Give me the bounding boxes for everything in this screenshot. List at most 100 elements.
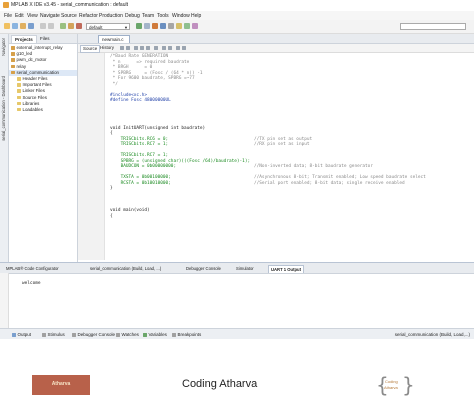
tab-code-configurator[interactable]: MPLAB® Code Configurator [4, 265, 61, 272]
project-icon [11, 64, 15, 69]
menu-source[interactable]: Source [61, 13, 77, 19]
menu-tools[interactable]: Tools [157, 13, 169, 19]
new-project-icon[interactable] [4, 23, 10, 29]
code-area[interactable]: /*Baud Rate GENERATION * n => required b… [110, 54, 470, 259]
program-device-icon[interactable] [152, 23, 158, 29]
debug-project-icon[interactable] [160, 23, 166, 29]
tree-item-label: Source Files [22, 94, 47, 100]
breakpoints-icon [172, 332, 176, 337]
bottom-tab-stimulus[interactable]: Stimulus [42, 331, 65, 338]
search-input[interactable] [400, 23, 466, 30]
redo-icon[interactable] [48, 23, 54, 29]
new-file-icon[interactable] [12, 23, 18, 29]
title-bar: MPLAB X IDE v3.45 - serial_communication… [0, 0, 474, 11]
tab-simulator[interactable]: Simulator [234, 265, 256, 272]
bottom-tab-label: Stimulus [47, 332, 65, 337]
code-comment: //Serial port enabled; 8-bit data; singl… [254, 180, 405, 186]
tab-files[interactable]: Files [37, 35, 53, 42]
menu-window[interactable]: Window [172, 13, 190, 19]
bottom-tab-watches[interactable]: Watches [116, 331, 139, 338]
chevron-down-icon: ▼ [124, 25, 128, 30]
menu-help[interactable]: Help [191, 13, 201, 19]
tab-newmain[interactable]: newmain.c [98, 35, 130, 43]
folder-icon [17, 95, 21, 100]
bottom-tab-label: Output [17, 332, 32, 337]
comment-icon[interactable] [176, 46, 180, 50]
uncomment-icon[interactable] [182, 46, 186, 50]
logo-line-2: Atharva [384, 385, 398, 390]
bottom-tab-variables[interactable]: Variables [143, 331, 167, 338]
bottom-tab-breakpoints[interactable]: Breakpoints [172, 331, 201, 338]
menu-navigate[interactable]: Navigate [40, 13, 60, 19]
menu-debug[interactable]: Debug [125, 13, 140, 19]
tree-item-label: Important Files [22, 82, 52, 88]
folder-icon [17, 83, 21, 87]
configuration-select[interactable]: default ▼ [86, 23, 130, 30]
tree-item[interactable]: Loadables [9, 107, 77, 113]
make-clean-icon[interactable] [144, 23, 150, 29]
code-line: { [110, 213, 113, 219]
find-next-icon[interactable] [146, 46, 150, 50]
tree-item-label: serial_communication [16, 69, 59, 75]
forward-icon[interactable] [126, 46, 130, 50]
tree-item-label: Libraries [22, 100, 40, 106]
undo-icon[interactable] [40, 23, 46, 29]
toggle-bookmark-icon[interactable] [154, 46, 158, 50]
project-icon [11, 52, 15, 56]
code-comment: //RX pin set as input [254, 142, 310, 147]
projects-tabs: Projects Files [9, 34, 77, 44]
bottom-tab-debugger-console[interactable]: Debugger Console [72, 331, 115, 338]
history-tab[interactable]: History [98, 45, 116, 51]
run-icon[interactable] [60, 23, 66, 29]
tab-build-load[interactable]: serial_communication (Build, Load, ...) [88, 265, 163, 272]
output-tabs: MPLAB® Code Configurator serial_communic… [0, 263, 474, 274]
logo-text: Atharva [51, 381, 71, 387]
step-icon[interactable] [184, 23, 190, 29]
output-panel: MPLAB® Code Configurator serial_communic… [0, 262, 474, 329]
project-tree: external_interrupt_relay g10_led pwm_dc_… [9, 45, 77, 113]
shift-left-icon[interactable] [162, 46, 166, 50]
shift-right-icon[interactable] [168, 46, 172, 50]
editor-tabs: newmain.c [78, 34, 474, 44]
code-comment: //Non-inverted data; 8-bit baudrate gene… [254, 164, 373, 169]
tab-navigator[interactable]: Navigator [1, 38, 7, 56]
find-icon[interactable] [134, 46, 138, 50]
save-all-icon[interactable] [28, 23, 34, 29]
editor-toolbar: Source History [78, 44, 474, 53]
bottom-tab-output[interactable]: Output [12, 331, 31, 338]
status-text: serial_communication (Build, Load,...) [394, 332, 470, 337]
bottom-tab-label: Watches [121, 332, 139, 337]
mcc-icon[interactable] [192, 23, 198, 29]
open-project-icon[interactable] [20, 23, 26, 29]
watches-icon [116, 332, 120, 337]
read-device-icon[interactable] [176, 23, 182, 29]
hold-reset-icon[interactable] [168, 23, 174, 29]
line-gutter [78, 53, 105, 260]
folder-icon [17, 89, 21, 93]
make-icon[interactable] [136, 23, 142, 29]
bottom-tab-label: Debugger Console [77, 332, 116, 337]
bottom-tab-label: Variables [148, 332, 167, 337]
menu-file[interactable]: File [4, 13, 12, 19]
variables-icon [143, 332, 147, 337]
tree-item-label: relay [16, 63, 27, 69]
menu-production[interactable]: Production [99, 13, 123, 19]
menu-team[interactable]: Team [142, 13, 154, 19]
menu-refactor[interactable]: Refactor [79, 13, 98, 19]
find-prev-icon[interactable] [140, 46, 144, 50]
window-title: MPLAB X IDE v3.45 - serial_communication… [11, 2, 128, 8]
back-icon[interactable] [120, 46, 124, 50]
code-line: TRISCbits.RC7 = 1; [110, 142, 169, 147]
tab-dashboard[interactable]: serial_communication - Dashboard [1, 76, 7, 141]
main-toolbar: default ▼ [0, 20, 474, 34]
build-icon[interactable] [68, 23, 74, 29]
tab-uart-output[interactable]: UART 1 Output [268, 265, 305, 273]
tab-debugger-console[interactable]: Debugger Console [184, 265, 223, 272]
tree-item-label: g10_led [16, 51, 33, 57]
tab-projects[interactable]: Projects [11, 35, 37, 43]
console-icon [72, 332, 76, 337]
menu-view[interactable]: View [27, 13, 38, 19]
clean-build-icon[interactable] [76, 23, 82, 29]
menu-edit[interactable]: Edit [15, 13, 24, 19]
code-line: BAUDCON = 0b00000000; [110, 164, 177, 169]
